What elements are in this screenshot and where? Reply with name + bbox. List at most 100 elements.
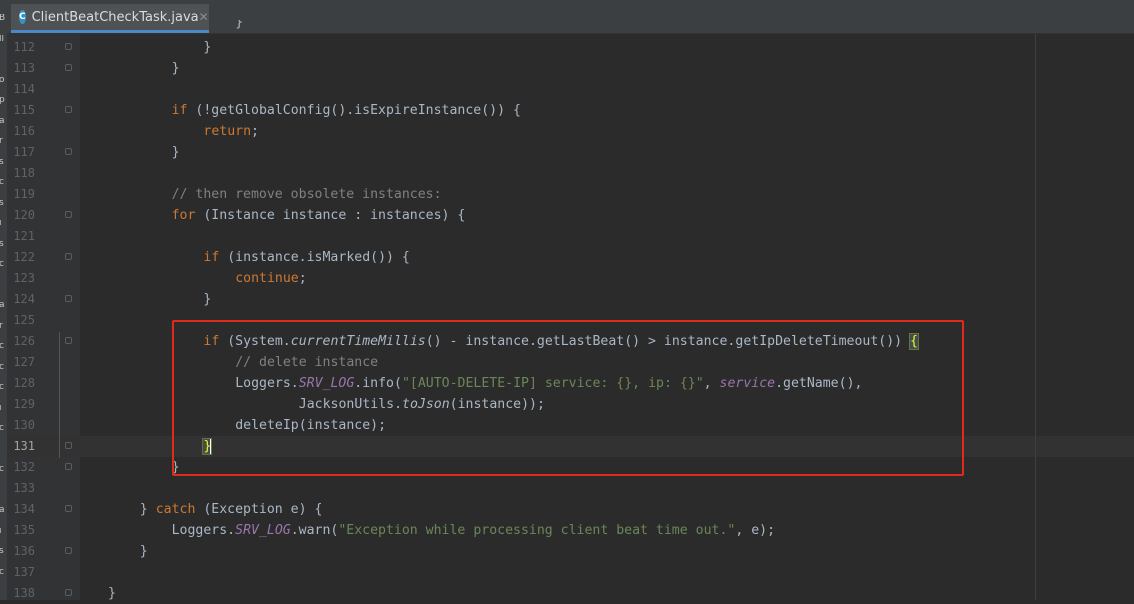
code-token: catch: [155, 502, 196, 517]
line-number: 131: [13, 439, 35, 453]
fold-marker-icon[interactable]: [65, 43, 72, 50]
code-token: }: [139, 544, 148, 559]
code-text: }: [108, 583, 116, 604]
code-line[interactable]: 119 // then remove obsolete instances:: [0, 184, 1134, 205]
code-line[interactable]: 115 if (!getGlobalConfig().isExpireInstan…: [0, 100, 1134, 121]
code-token: "Exception while processing client beat …: [338, 523, 736, 538]
line-number: 133: [13, 481, 35, 495]
line-number: 132: [13, 460, 35, 474]
fold-marker-icon[interactable]: [65, 547, 72, 554]
code-line-partial: }: [0, 20, 1134, 33]
line-number: 121: [13, 229, 35, 243]
fold-marker-icon[interactable]: [65, 589, 72, 596]
code-line[interactable]: 136}: [0, 541, 1134, 562]
code-text: if (instance.isMarked()) {: [203, 247, 409, 268]
code-line[interactable]: 121: [0, 226, 1134, 247]
code-token: SRV_LOG: [235, 523, 291, 538]
code-line[interactable]: 135 Loggers.SRV_LOG.warn("Exception while…: [0, 520, 1134, 541]
line-number: 135: [13, 523, 35, 537]
code-token: .warn(: [290, 523, 339, 538]
code-text: }: [140, 541, 148, 562]
code-token: }: [171, 61, 180, 76]
line-number: 136: [13, 544, 35, 558]
line-number: 137: [13, 565, 35, 579]
line-number: 118: [13, 166, 35, 180]
code-text: return;: [203, 121, 259, 142]
fold-marker-icon[interactable]: [65, 64, 72, 71]
line-number: 130: [13, 418, 35, 432]
code-line[interactable]: 124}: [0, 289, 1134, 310]
code-token: (Exception e) {: [195, 502, 323, 517]
code-token: ;: [251, 124, 259, 139]
code-text: Loggers.SRV_LOG.warn("Exception while pr…: [172, 520, 775, 541]
line-number: 129: [13, 397, 35, 411]
code-token: }: [171, 145, 180, 160]
code-line[interactable]: 112}: [0, 37, 1134, 58]
code-token: // then remove obsolete instances:: [171, 187, 442, 202]
code-line[interactable]: 122 if (instance.isMarked()) {: [0, 247, 1134, 268]
code-line[interactable]: 114: [0, 79, 1134, 100]
fold-marker-icon[interactable]: [65, 442, 72, 449]
code-token: (!getGlobalConfig().isExpireInstance()) …: [187, 103, 521, 118]
code-token: (Instance instance : instances) {: [195, 208, 466, 223]
line-number: 113: [13, 61, 35, 75]
code-line[interactable]: 116 return;: [0, 121, 1134, 142]
code-line[interactable]: 120 for (Instance instance : instances) {: [0, 205, 1134, 226]
line-number: 128: [13, 376, 35, 390]
fold-marker-icon[interactable]: [65, 505, 72, 512]
line-number: 115: [13, 103, 35, 117]
code-line[interactable]: 134} catch (Exception e) {: [0, 499, 1134, 520]
code-token: }: [203, 40, 212, 55]
line-number: 125: [13, 313, 35, 327]
fold-marker-icon[interactable]: [65, 253, 72, 260]
code-text: continue;: [235, 268, 306, 289]
code-line[interactable]: 137: [0, 562, 1134, 583]
code-token: }: [108, 586, 116, 601]
code-text: }: [172, 58, 180, 79]
code-token: return: [203, 124, 252, 139]
fold-marker-icon[interactable]: [65, 211, 72, 218]
code-line[interactable]: 138}: [0, 583, 1134, 604]
line-number: 116: [13, 124, 35, 138]
code-token: , e);: [735, 523, 776, 538]
line-number: 122: [13, 250, 35, 264]
code-token: if: [203, 250, 220, 265]
fold-marker-icon[interactable]: [65, 148, 72, 155]
line-number: 124: [13, 292, 35, 306]
code-text: }: [203, 289, 211, 310]
line-number: 112: [13, 40, 35, 54]
code-token: (instance.isMarked()) {: [219, 250, 410, 265]
code-line[interactable]: 117}: [0, 142, 1134, 163]
code-text: for (Instance instance : instances) {: [172, 205, 466, 226]
line-number: 123: [13, 271, 35, 285]
code-text: }: [172, 142, 180, 163]
code-token: Loggers.: [171, 523, 236, 538]
line-number: 120: [13, 208, 35, 222]
red-annotation-box: [172, 320, 964, 476]
line-number: 119: [13, 187, 35, 201]
fold-marker-icon[interactable]: [65, 337, 72, 344]
code-line[interactable]: 113}: [0, 58, 1134, 79]
code-line[interactable]: 123 continue;: [0, 268, 1134, 289]
line-number: 134: [13, 502, 35, 516]
code-token: ;: [298, 271, 307, 286]
code-line[interactable]: 118: [0, 163, 1134, 184]
code-text: if (!getGlobalConfig().isExpireInstance(…: [172, 100, 521, 121]
line-number: 138: [13, 586, 35, 600]
line-number: 126: [13, 334, 35, 348]
fold-marker-icon[interactable]: [65, 463, 72, 470]
line-number: 114: [13, 82, 35, 96]
line-number: 127: [13, 355, 35, 369]
code-token: if: [171, 103, 188, 118]
code-text: // then remove obsolete instances:: [172, 184, 442, 205]
code-token: continue: [235, 271, 299, 286]
code-token: }: [139, 502, 156, 517]
fold-marker-icon[interactable]: [65, 106, 72, 113]
code-token: for: [171, 208, 196, 223]
code-text: }: [203, 37, 211, 58]
code-line[interactable]: 133: [0, 478, 1134, 499]
line-number: 117: [13, 145, 35, 159]
fold-marker-icon[interactable]: [65, 295, 72, 302]
code-text: } catch (Exception e) {: [140, 499, 323, 520]
code-token: }: [203, 292, 212, 307]
